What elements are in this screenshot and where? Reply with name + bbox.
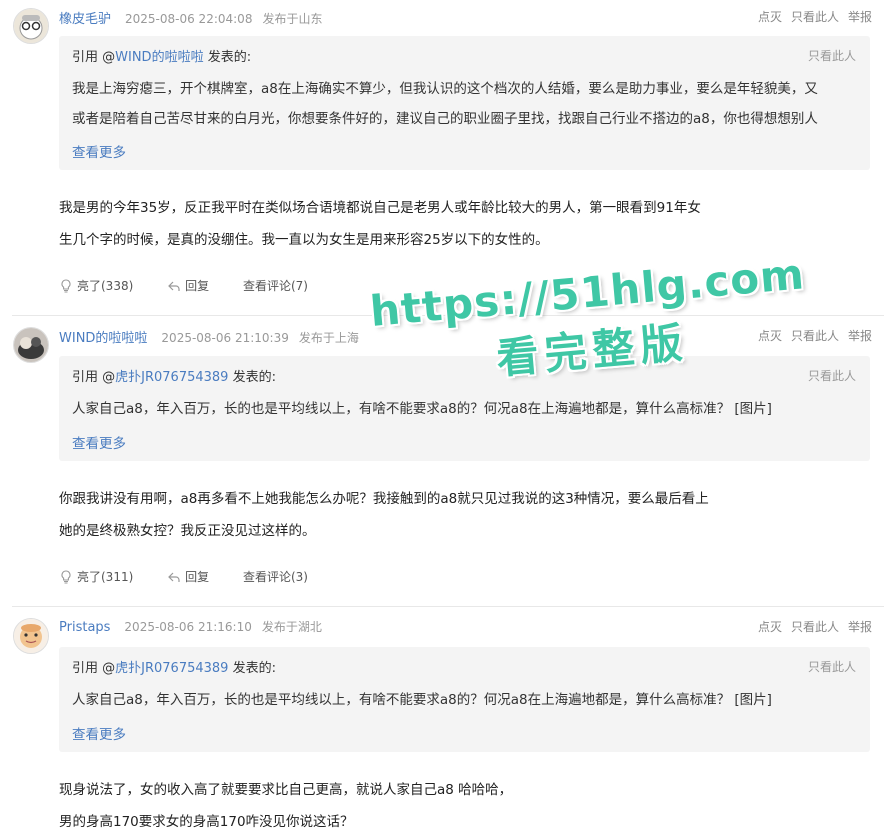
quote-text: 人家自己a8，年入百万，长的也是平均线以上，有啥不能要求a8的？何况a8在上海遍…: [72, 394, 858, 424]
view-more-link[interactable]: 查看更多: [72, 141, 126, 161]
reply-post: WIND的啦啦啦 2025-08-06 21:10:39 发布于上海 点灭 只看此…: [0, 319, 890, 609]
quote-text: 人家自己a8，年入百万，长的也是平均线以上，有啥不能要求a8的？何况a8在上海遍…: [72, 685, 858, 715]
avatar[interactable]: [13, 618, 49, 654]
quote-line: 人家自己a8，年入百万，长的也是平均线以上，有啥不能要求a8的？何况a8在上海遍…: [72, 401, 772, 417]
post-ops: 点灭 只看此人 举报: [749, 618, 872, 635]
quote-prefix: 引用 @: [72, 370, 116, 385]
like-count: 亮了(338): [77, 279, 134, 293]
divider: [12, 606, 884, 607]
post-time: 2025-08-06 21:16:10: [124, 620, 252, 634]
quote-block: 引用 @虎扑JR076754389 发表的: 只看此人 人家自己a8，年入百万，…: [59, 647, 870, 752]
quote-text: 我是上海穷瘪三，开个棋牌室，a8在上海确实不算少，但我认识的这个档次的人结婚，要…: [72, 74, 858, 134]
post-location: 发布于山东: [262, 12, 323, 26]
quote-block: 引用 @WIND的啦啦啦 发表的: 只看此人 我是上海穷瘪三，开个棋牌室，a8在…: [59, 36, 870, 170]
quote-prefix: 引用 @: [72, 661, 116, 676]
quote-suffix: 发表的:: [228, 370, 276, 385]
post-location: 发布于上海: [298, 331, 359, 345]
view-comments-button[interactable]: 查看评论(3): [243, 568, 308, 585]
quote-line: 我是上海穷瘪三，开个棋牌室，a8在上海确实不算少，但我认识的这个档次的人结婚，要…: [72, 81, 818, 97]
quote-only-this-user[interactable]: 只看此人: [808, 658, 856, 675]
like-button[interactable]: 亮了(338): [59, 277, 133, 294]
quote-block: 引用 @虎扑JR076754389 发表的: 只看此人 人家自己a8，年入百万，…: [59, 356, 870, 461]
view-more-link[interactable]: 查看更多: [72, 723, 126, 743]
post-ops: 点灭 只看此人 举报: [749, 327, 872, 344]
reply-icon: [168, 572, 180, 582]
view-comments-button[interactable]: 查看评论(7): [243, 277, 308, 294]
report-button[interactable]: 举报: [848, 329, 872, 343]
report-button[interactable]: 举报: [848, 10, 872, 24]
reply-icon: [168, 281, 180, 291]
body-line: 你跟我讲没有用啊，a8再多看不上她我能怎么办呢？我接触到的a8就只见过我说的这3…: [59, 491, 709, 507]
body-line: 我是男的今年35岁，反正我平时在类似场合语境都说自己是老男人或年龄比较大的男人，…: [59, 200, 701, 216]
post-header: WIND的啦啦啦 2025-08-06 21:10:39 发布于上海 点灭 只看此…: [59, 327, 872, 346]
post-body: 我是男的今年35岁，反正我平时在类似场合语境都说自己是老男人或年龄比较大的男人，…: [59, 192, 749, 256]
quote-header: 引用 @WIND的啦啦啦 发表的:: [72, 46, 251, 65]
lightbulb-icon: [61, 279, 71, 293]
lightbulb-icon: [61, 570, 71, 584]
quote-header: 引用 @虎扑JR076754389 发表的:: [72, 657, 276, 676]
avatar[interactable]: [13, 8, 49, 44]
reply-post: 橡皮毛驴 2025-08-06 22:04:08 发布于山东 点灭 只看此人 举报 …: [0, 0, 890, 316]
dislike-button[interactable]: 点灭: [758, 10, 782, 24]
dislike-button[interactable]: 点灭: [758, 329, 782, 343]
like-button[interactable]: 亮了(311): [59, 568, 133, 585]
body-line: 男的身高170要求女的身高170咋没见你说这话？: [59, 814, 354, 830]
username[interactable]: Pristaps: [59, 620, 110, 635]
username[interactable]: 橡皮毛驴: [59, 12, 111, 27]
reply-label: 回复: [185, 570, 210, 584]
avatar[interactable]: [13, 327, 49, 363]
username[interactable]: WIND的啦啦啦: [59, 331, 147, 346]
quote-line: 或者是陪着自己苦尽甘来的白月光，你想要条件好的，建议自己的职业圈子里找，找跟自己…: [72, 111, 818, 127]
quote-prefix: 引用 @: [72, 50, 116, 65]
like-count: 亮了(311): [77, 570, 134, 584]
post-body: 你跟我讲没有用啊，a8再多看不上她我能怎么办呢？我接触到的a8就只见过我说的这3…: [59, 483, 749, 547]
divider: [12, 315, 884, 316]
quote-author[interactable]: 虎扑JR076754389: [115, 370, 228, 385]
reply-post: Pristaps 2025-08-06 21:16:10 发布于湖北 点灭 只看此…: [0, 610, 890, 831]
dislike-button[interactable]: 点灭: [758, 620, 782, 634]
quote-suffix: 发表的:: [228, 661, 276, 676]
post-time: 2025-08-06 22:04:08: [125, 12, 253, 26]
body-line: 现身说法了，女的收入高了就要要求比自己更高，就说人家自己a8 哈哈哈，: [59, 782, 513, 798]
report-button[interactable]: 举报: [848, 620, 872, 634]
reply-button[interactable]: 回复: [167, 277, 209, 294]
post-ops: 点灭 只看此人 举报: [749, 8, 872, 25]
quote-only-this-user[interactable]: 只看此人: [808, 367, 856, 384]
quote-author[interactable]: 虎扑JR076754389: [115, 661, 228, 676]
post-header: 橡皮毛驴 2025-08-06 22:04:08 发布于山东 点灭 只看此人 举报: [59, 8, 872, 27]
quote-suffix: 发表的:: [203, 50, 252, 65]
body-line: 生几个字的时候，是真的没绷住。我一直以为女生是用来形容25岁以下的女性的。: [59, 232, 549, 248]
body-line: 她的是终极熟女控？我反正没见过这样的。: [59, 523, 316, 539]
quote-author[interactable]: WIND的啦啦啦: [115, 50, 203, 65]
post-location: 发布于湖北: [261, 620, 322, 634]
only-this-user-button[interactable]: 只看此人: [791, 10, 839, 24]
only-this-user-button[interactable]: 只看此人: [791, 329, 839, 343]
view-more-link[interactable]: 查看更多: [72, 432, 126, 452]
post-header: Pristaps 2025-08-06 21:16:10 发布于湖北 点灭 只看此…: [59, 618, 872, 636]
quote-line: 人家自己a8，年入百万，长的也是平均线以上，有啥不能要求a8的？何况a8在上海遍…: [72, 692, 772, 708]
post-time: 2025-08-06 21:10:39: [161, 331, 289, 345]
reply-label: 回复: [185, 279, 210, 293]
reply-button[interactable]: 回复: [167, 568, 209, 585]
post-actions: 亮了(311) 回复 查看评论(3): [59, 568, 338, 585]
quote-header: 引用 @虎扑JR076754389 发表的:: [72, 366, 276, 385]
only-this-user-button[interactable]: 只看此人: [791, 620, 839, 634]
post-actions: 亮了(338) 回复 查看评论(7): [59, 277, 338, 294]
post-body: 现身说法了，女的收入高了就要要求比自己更高，就说人家自己a8 哈哈哈， 男的身高…: [59, 774, 749, 838]
quote-only-this-user[interactable]: 只看此人: [808, 47, 856, 64]
